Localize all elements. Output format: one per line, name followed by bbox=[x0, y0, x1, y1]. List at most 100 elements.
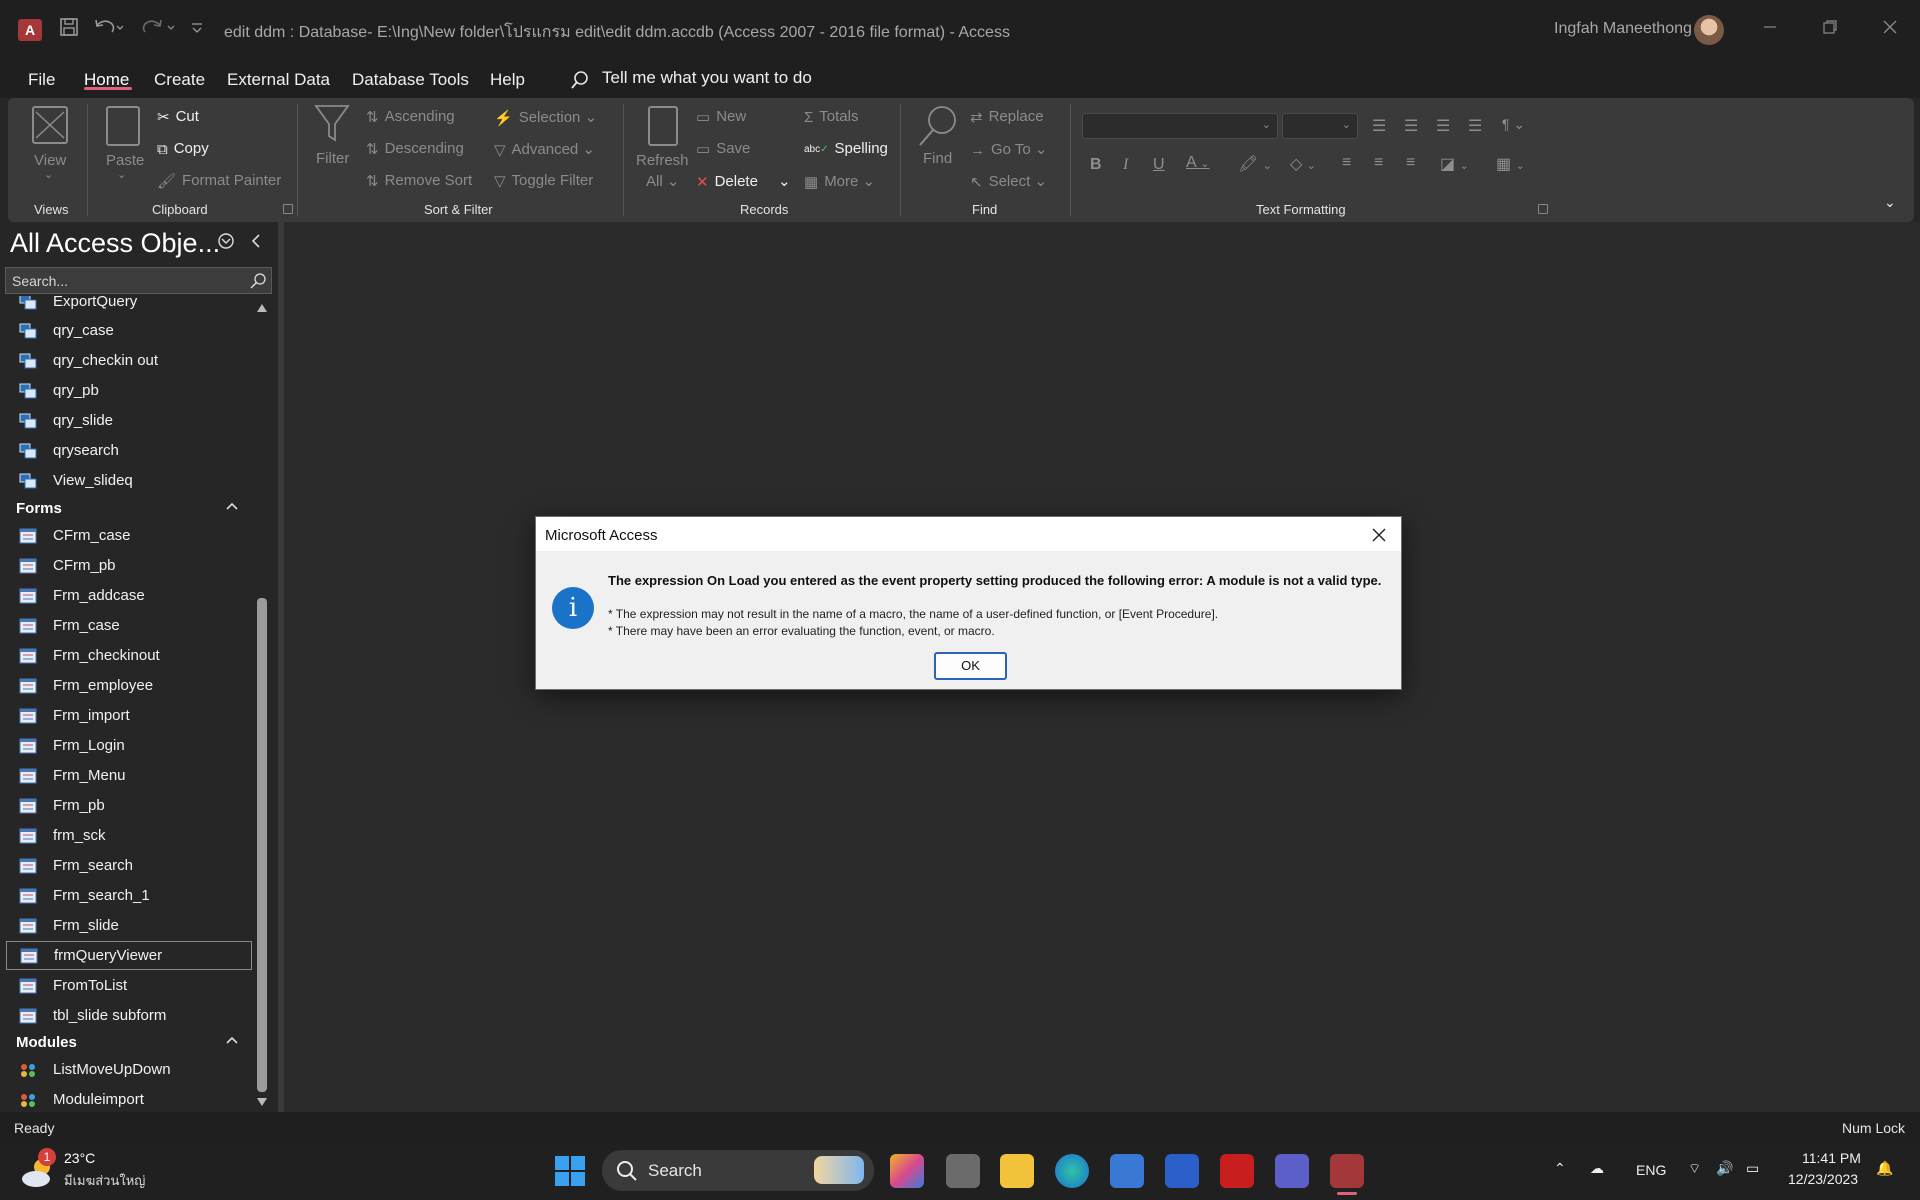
list-item[interactable]: tbl_slide subform bbox=[6, 1002, 252, 1030]
redo-icon[interactable] bbox=[142, 16, 178, 46]
save-icon[interactable] bbox=[58, 16, 80, 46]
copilot-icon[interactable] bbox=[890, 1154, 924, 1188]
list-item[interactable]: FromToList bbox=[6, 972, 252, 1000]
scroll-up-icon[interactable] bbox=[257, 304, 267, 312]
font-name-dropdown[interactable]: ⌄ bbox=[1082, 113, 1278, 139]
totals-button[interactable]: Σ Totals bbox=[804, 108, 858, 126]
align-right-icon[interactable]: ≡ bbox=[1406, 154, 1415, 172]
save-record-button[interactable]: ▭ Save bbox=[696, 140, 750, 158]
list-item[interactable]: Frm_import bbox=[6, 702, 252, 730]
store-icon[interactable] bbox=[1110, 1154, 1144, 1188]
list-item[interactable]: qry_pb bbox=[6, 377, 252, 405]
scroll-down-icon[interactable] bbox=[257, 1098, 267, 1106]
list-item[interactable]: CFrm_pb bbox=[6, 552, 252, 580]
tab-file[interactable]: File bbox=[28, 70, 55, 90]
nav-group-forms[interactable]: Forms bbox=[0, 494, 252, 522]
paragraph-direction-icon[interactable]: ¶ ⌄ bbox=[1502, 116, 1525, 133]
descending-button[interactable]: ⇅ Descending bbox=[366, 140, 464, 158]
highlight-icon[interactable]: 🖍 ⌄ bbox=[1238, 154, 1272, 174]
wifi-icon[interactable]: ⌔ bbox=[1688, 1160, 1701, 1178]
list-item[interactable]: Frm_employee bbox=[6, 672, 252, 700]
bold-button[interactable]: B bbox=[1090, 156, 1102, 174]
copy-button[interactable]: ⧉ Copy bbox=[157, 140, 209, 158]
weather-description[interactable]: มีเมฆส่วนใหญ่ bbox=[64, 1170, 145, 1191]
list-item[interactable]: Frm_pb bbox=[6, 792, 252, 820]
battery-icon[interactable]: ▭ bbox=[1746, 1160, 1759, 1177]
format-painter-button[interactable]: 🖌 Format Painter bbox=[157, 172, 281, 190]
list-item[interactable]: qry_case bbox=[6, 317, 252, 345]
list-item[interactable]: qry_slide bbox=[6, 407, 252, 435]
numbering-icon[interactable]: ☰ bbox=[1404, 116, 1418, 136]
tab-external-data[interactable]: External Data bbox=[227, 70, 330, 90]
new-record-button[interactable]: ▭ New bbox=[696, 108, 746, 126]
chevron-down-icon[interactable]: ⌄ bbox=[778, 173, 791, 190]
teams-icon[interactable] bbox=[1275, 1154, 1309, 1188]
edge-icon[interactable] bbox=[1055, 1154, 1089, 1188]
minimize-icon[interactable] bbox=[1750, 14, 1790, 44]
list-item[interactable]: Frm_addcase bbox=[6, 582, 252, 610]
select-button[interactable]: ↖ Select ⌄ bbox=[970, 172, 1047, 191]
selection-button[interactable]: ⚡ Selection ⌄ bbox=[494, 108, 597, 127]
align-left-icon[interactable]: ≡ bbox=[1342, 154, 1351, 172]
bullets-icon[interactable]: ☰ bbox=[1372, 116, 1386, 136]
italic-button[interactable]: I bbox=[1123, 156, 1128, 174]
nav-group-modules[interactable]: Modules bbox=[0, 1028, 252, 1056]
taskbar-search[interactable]: Search bbox=[602, 1150, 874, 1191]
font-color-button[interactable]: A ⌄ bbox=[1186, 154, 1209, 172]
customize-qat-icon[interactable] bbox=[190, 16, 204, 46]
collapse-ribbon-icon[interactable]: ⌄ bbox=[1884, 194, 1896, 211]
nav-scrollbar[interactable] bbox=[256, 300, 268, 1110]
restore-icon[interactable] bbox=[1810, 14, 1850, 44]
cut-button[interactable]: ✂ Cut bbox=[157, 108, 199, 126]
list-item[interactable]: qrysearch bbox=[6, 437, 252, 465]
list-item[interactable]: Frm_checkinout bbox=[6, 642, 252, 670]
nav-collapse-icon[interactable] bbox=[248, 232, 264, 255]
underline-button[interactable]: U bbox=[1153, 156, 1165, 174]
list-item[interactable]: Frm_search_1 bbox=[6, 882, 252, 910]
list-item[interactable]: Frm_slide bbox=[6, 912, 252, 940]
clock-time[interactable]: 11:41 PM bbox=[1802, 1150, 1861, 1166]
list-item[interactable]: Frm_search bbox=[6, 852, 252, 880]
close-icon[interactable] bbox=[1870, 14, 1910, 44]
nav-search-input[interactable]: Search... bbox=[5, 267, 272, 294]
delete-button[interactable]: ✕ Delete ⌄ bbox=[696, 172, 791, 191]
list-item[interactable]: Frm_Menu bbox=[6, 762, 252, 790]
app-icon[interactable] bbox=[1165, 1154, 1199, 1188]
alternate-row-color-icon[interactable]: ◪ ⌄ bbox=[1440, 154, 1469, 174]
goto-button[interactable]: → Go To ⌄ bbox=[970, 140, 1048, 159]
tab-create[interactable]: Create bbox=[154, 70, 205, 90]
user-name[interactable]: Ingfah Maneethong bbox=[1554, 20, 1692, 38]
volume-icon[interactable]: 🔊 bbox=[1716, 1160, 1733, 1177]
dialog-close-icon[interactable] bbox=[1367, 523, 1391, 547]
align-center-icon[interactable]: ≡ bbox=[1374, 154, 1383, 172]
nav-pane-title[interactable]: All Access Obje... bbox=[10, 228, 220, 259]
dialog-launcher-icon[interactable] bbox=[1538, 204, 1548, 214]
ok-button[interactable]: OK bbox=[934, 652, 1007, 680]
fill-color-icon[interactable]: ◇ ⌄ bbox=[1290, 154, 1316, 174]
list-item[interactable]: Frm_Login bbox=[6, 732, 252, 760]
list-item[interactable]: View_slideq bbox=[6, 467, 252, 495]
list-item[interactable]: Moduleimport bbox=[6, 1086, 252, 1110]
windows-start-icon[interactable] bbox=[554, 1155, 586, 1192]
tab-help[interactable]: Help bbox=[490, 70, 525, 90]
tell-me-box[interactable]: Tell me what you want to do bbox=[602, 68, 812, 88]
clock-date[interactable]: 12/23/2023 bbox=[1788, 1171, 1858, 1187]
font-size-dropdown[interactable]: ⌄ bbox=[1282, 113, 1358, 139]
onedrive-icon[interactable]: ☁ bbox=[1590, 1160, 1604, 1177]
list-item[interactable]: frm_sck bbox=[6, 822, 252, 850]
task-view-icon[interactable] bbox=[946, 1154, 980, 1188]
gridlines-icon[interactable]: ▦ ⌄ bbox=[1496, 154, 1525, 174]
increase-indent-icon[interactable]: ☰ bbox=[1436, 116, 1450, 136]
avatar[interactable] bbox=[1694, 15, 1724, 45]
list-item[interactable]: qry_checkin out bbox=[6, 347, 252, 375]
scrollbar-thumb[interactable] bbox=[257, 598, 267, 1092]
file-explorer-icon[interactable] bbox=[1000, 1154, 1034, 1188]
list-item[interactable]: Frm_case bbox=[6, 612, 252, 640]
notification-bell-icon[interactable]: 🔔 bbox=[1876, 1160, 1893, 1177]
remove-sort-button[interactable]: ⇅ Remove Sort bbox=[366, 172, 472, 190]
more-button[interactable]: ▦ More ⌄ bbox=[804, 172, 875, 191]
ascending-button[interactable]: ⇅ Ascending bbox=[366, 108, 455, 126]
replace-button[interactable]: ⇄ Replace bbox=[970, 108, 1044, 126]
nav-menu-icon[interactable] bbox=[217, 232, 235, 255]
advanced-button[interactable]: ▽ Advanced ⌄ bbox=[494, 140, 595, 159]
